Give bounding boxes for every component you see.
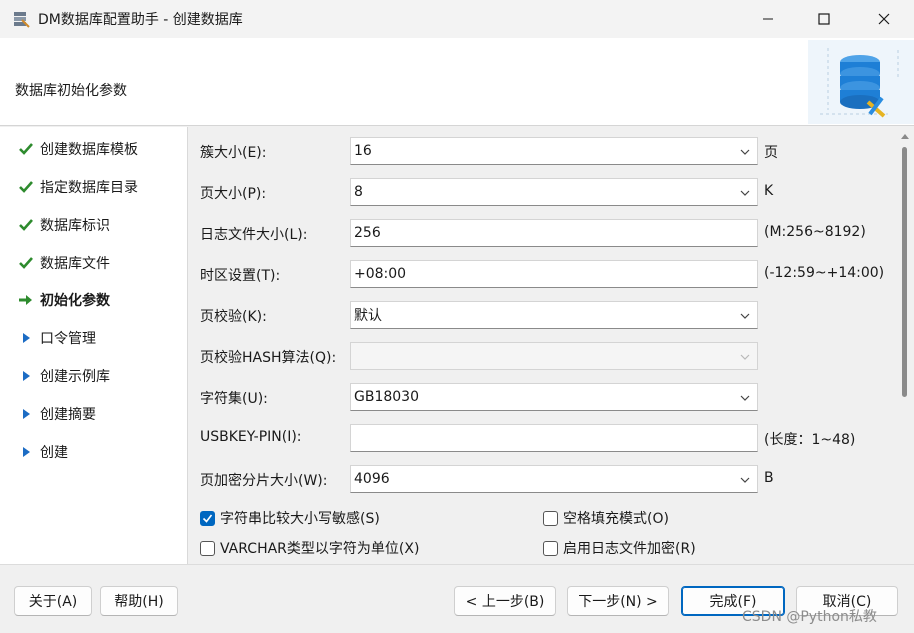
step-item-files: 数据库文件 bbox=[18, 251, 110, 275]
right-arrow-icon bbox=[18, 292, 34, 308]
case-sensitive-label: 字符串比较大小写敏感(S) bbox=[220, 511, 380, 527]
step-list: 创建数据库模板 指定数据库目录 数据库标识 数据库文件 初始化参数 口令管理 创… bbox=[0, 127, 188, 564]
triangle-right-icon bbox=[18, 368, 34, 384]
page-check-hash-select[interactable] bbox=[350, 342, 758, 370]
step-label: 数据库文件 bbox=[40, 256, 110, 272]
encrypt-page-size-select[interactable]: 4096 bbox=[350, 465, 758, 493]
step-label: 创建 bbox=[40, 445, 68, 461]
page-check-select[interactable]: 默认 bbox=[350, 301, 758, 329]
extent-size-value: 16 bbox=[354, 143, 372, 159]
log-encrypt-label: 启用日志文件加密(R) bbox=[563, 541, 696, 557]
maximize-icon bbox=[818, 13, 830, 25]
encrypt-page-size-label: 页加密分片大小(W): bbox=[200, 473, 328, 489]
triangle-right-icon bbox=[18, 330, 34, 346]
triangle-right-icon bbox=[18, 444, 34, 460]
step-item-identity: 数据库标识 bbox=[18, 213, 110, 237]
time-zone-value: +08:00 bbox=[354, 266, 407, 282]
page-size-value: 8 bbox=[354, 184, 363, 200]
chevron-down-icon bbox=[740, 395, 750, 401]
blank-pad-mode-checkbox[interactable]: 空格填充模式(O) bbox=[543, 508, 669, 528]
encrypt-page-size-value: 4096 bbox=[354, 471, 390, 487]
chevron-down-icon bbox=[740, 477, 750, 483]
extent-size-select[interactable]: 16 bbox=[350, 137, 758, 165]
params-form: 簇大小(E): 16 页 页大小(P): 8 K 日志文件大小(L): 256 … bbox=[189, 127, 896, 564]
blank-pad-mode-label: 空格填充模式(O) bbox=[563, 511, 669, 527]
time-zone-range: (-12:59~+14:00) bbox=[764, 265, 885, 281]
step-item-template: 创建数据库模板 bbox=[18, 137, 138, 161]
step-item-password: 口令管理 bbox=[18, 326, 96, 350]
maximize-button[interactable] bbox=[796, 0, 852, 38]
log-size-range: (M:256~8192) bbox=[764, 224, 866, 240]
page-size-unit: K bbox=[764, 183, 774, 199]
extent-size-label: 簇大小(E): bbox=[200, 145, 267, 161]
window-title: DM数据库配置助手 - 创建数据库 bbox=[38, 12, 243, 28]
scroll-thumb[interactable] bbox=[902, 147, 907, 397]
page-size-label: 页大小(P): bbox=[200, 186, 267, 202]
page-header: 数据库初始化参数 bbox=[0, 38, 914, 126]
page-size-select[interactable]: 8 bbox=[350, 178, 758, 206]
time-zone-input[interactable]: +08:00 bbox=[350, 260, 758, 288]
log-size-label: 日志文件大小(L): bbox=[200, 227, 308, 243]
back-button[interactable]: < 上一步(B) bbox=[454, 586, 556, 616]
checkmark-icon bbox=[18, 217, 34, 233]
step-label: 数据库标识 bbox=[40, 218, 110, 234]
chevron-down-icon bbox=[740, 149, 750, 155]
form-scrollbar[interactable] bbox=[896, 127, 914, 564]
step-item-summary: 创建摘要 bbox=[18, 402, 96, 426]
checkbox-unchecked-icon bbox=[543, 510, 558, 526]
charset-select[interactable]: GB18030 bbox=[350, 383, 758, 411]
time-zone-label: 时区设置(T): bbox=[200, 268, 281, 284]
minimize-icon bbox=[763, 18, 773, 20]
triangle-right-icon bbox=[18, 406, 34, 422]
button-bar: 关于(A) 帮助(H) < 上一步(B) 下一步(N) > 完成(F) 取消(C… bbox=[0, 564, 914, 633]
title-bar: DM数据库配置助手 - 创建数据库 bbox=[0, 0, 914, 38]
log-encrypt-checkbox[interactable]: 启用日志文件加密(R) bbox=[543, 538, 696, 558]
charset-label: 字符集(U): bbox=[200, 391, 268, 407]
step-label: 初始化参数 bbox=[40, 293, 110, 309]
step-item-init-params: 初始化参数 bbox=[18, 288, 110, 312]
page-title: 数据库初始化参数 bbox=[15, 83, 127, 99]
minimize-button[interactable] bbox=[740, 0, 796, 38]
step-label: 创建示例库 bbox=[40, 369, 110, 385]
usbkey-pin-input[interactable] bbox=[350, 424, 758, 452]
step-label: 创建数据库模板 bbox=[40, 142, 138, 158]
step-label: 指定数据库目录 bbox=[40, 180, 138, 196]
varchar-char-unit-checkbox[interactable]: VARCHAR类型以字符为单位(X) bbox=[200, 538, 419, 558]
case-sensitive-checkbox[interactable]: 字符串比较大小写敏感(S) bbox=[200, 508, 380, 528]
close-button[interactable] bbox=[856, 0, 912, 38]
next-button[interactable]: 下一步(N) > bbox=[567, 586, 669, 616]
charset-value: GB18030 bbox=[354, 389, 419, 405]
encrypt-page-size-unit: B bbox=[764, 470, 774, 486]
log-size-value: 256 bbox=[354, 225, 381, 241]
checkmark-icon bbox=[18, 179, 34, 195]
checkbox-unchecked-icon bbox=[200, 540, 215, 556]
watermark: CSDN @Python私教 bbox=[742, 609, 877, 625]
step-item-sample-db: 创建示例库 bbox=[18, 364, 110, 388]
chevron-down-icon bbox=[740, 190, 750, 196]
chevron-down-icon bbox=[740, 354, 750, 360]
help-button[interactable]: 帮助(H) bbox=[100, 586, 178, 616]
chevron-down-icon bbox=[740, 313, 750, 319]
varchar-char-unit-label: VARCHAR类型以字符为单位(X) bbox=[220, 541, 420, 557]
database-tools-icon bbox=[808, 40, 914, 124]
checkbox-unchecked-icon bbox=[543, 540, 558, 556]
checkmark-icon bbox=[18, 255, 34, 271]
checkbox-checked-icon bbox=[200, 510, 215, 526]
about-button[interactable]: 关于(A) bbox=[14, 586, 92, 616]
usbkey-pin-label: USBKEY-PIN(I): bbox=[200, 429, 302, 445]
step-item-create: 创建 bbox=[18, 440, 68, 464]
scroll-up-icon[interactable] bbox=[901, 133, 909, 139]
checkmark-icon bbox=[18, 141, 34, 157]
page-check-value: 默认 bbox=[354, 308, 382, 324]
page-check-label: 页校验(K): bbox=[200, 309, 267, 325]
log-size-input[interactable]: 256 bbox=[350, 219, 758, 247]
step-label: 创建摘要 bbox=[40, 407, 96, 423]
extent-size-unit: 页 bbox=[764, 145, 778, 161]
page-check-hash-label: 页校验HASH算法(Q): bbox=[200, 350, 337, 366]
step-item-directory: 指定数据库目录 bbox=[18, 175, 138, 199]
app-icon bbox=[14, 12, 30, 28]
close-icon bbox=[878, 13, 890, 25]
usbkey-pin-length: (长度：1~48) bbox=[764, 432, 856, 448]
step-label: 口令管理 bbox=[40, 331, 96, 347]
